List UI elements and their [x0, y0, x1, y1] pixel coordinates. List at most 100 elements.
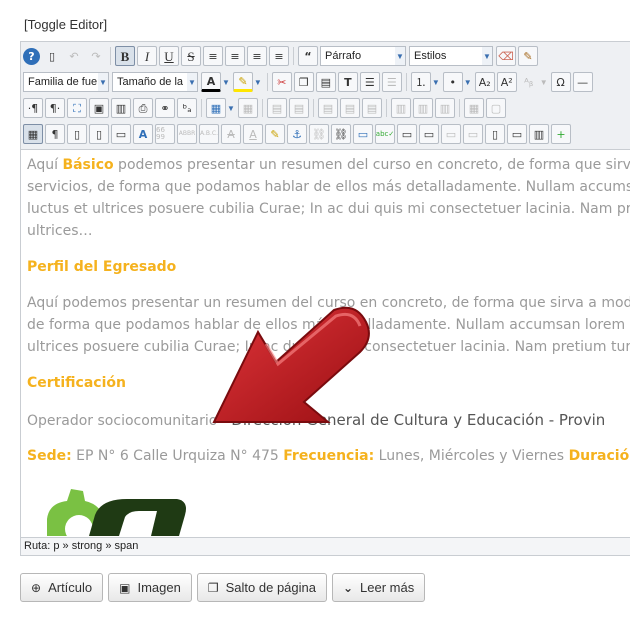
editor-buttons: ⊕ Artículo ▣ Imagen ❐ Salto de página ⌄ Leer… — [20, 573, 430, 602]
unlink-icon[interactable]: ⛓ — [309, 124, 329, 144]
replace-icon[interactable]: ᵇₐ — [177, 98, 197, 118]
text-color-dropdown-icon[interactable]: ▼ — [222, 78, 230, 87]
bullet-list-icon[interactable]: • — [442, 72, 463, 92]
align-center-icon[interactable]: ≡ — [225, 46, 245, 66]
fullscreen-icon[interactable]: ⛶ — [67, 98, 87, 118]
page-break-button[interactable]: ❐ Salto de página — [196, 573, 327, 602]
image-button[interactable]: ▣ Imagen — [108, 573, 192, 602]
merge-cells-icon[interactable]: ▢ — [485, 98, 506, 118]
attributes-icon[interactable]: ✎ — [265, 124, 285, 144]
table-icon[interactable]: ▦ — [206, 98, 226, 118]
layer-icon[interactable]: ▭ — [419, 124, 439, 144]
insert-image-box-icon[interactable]: ▭ — [111, 124, 131, 144]
heading-certificacion: Certificación — [27, 375, 126, 391]
bullet-list-dropdown-icon[interactable]: ▼ — [464, 78, 472, 87]
cite-icon[interactable]: 66 99 — [155, 124, 175, 144]
toolbar-row-1: ? ▯ ↶ ↷ B I U S ≡ ≡ ≡ ≡ “ Párrafo ▼ Estil… — [23, 44, 540, 68]
media-icon[interactable]: ▭ — [397, 124, 417, 144]
eraser-icon[interactable]: ⌫ — [496, 46, 516, 66]
subscript-icon[interactable]: A₂ — [474, 72, 495, 92]
copy-icon[interactable]: ❐ — [293, 72, 314, 92]
move-forward-icon[interactable]: ▭ — [441, 124, 461, 144]
highlight-color-icon[interactable]: ✎ — [232, 72, 253, 92]
visual-aid-icon[interactable]: ▦ — [23, 124, 43, 144]
split-cells-icon[interactable]: ▦ — [463, 98, 484, 118]
styles-icon[interactable]: A — [133, 124, 153, 144]
align-justify-icon[interactable]: ≡ — [203, 46, 223, 66]
insert-date-icon[interactable]: ▯ — [89, 124, 109, 144]
help-icon[interactable]: ? — [23, 47, 40, 65]
format-select[interactable]: Párrafo ▼ — [320, 46, 406, 66]
move-backward-icon[interactable]: ▭ — [463, 124, 483, 144]
new-document-icon[interactable]: ▯ — [42, 46, 62, 66]
col-after-icon[interactable]: ▥ — [412, 98, 433, 118]
row-after-icon[interactable]: ▤ — [339, 98, 360, 118]
acronym-icon[interactable]: A.B.C. — [199, 124, 219, 144]
numbered-list-dropdown-icon[interactable]: ▼ — [432, 78, 440, 87]
highlight-color-dropdown-icon[interactable]: ▼ — [254, 78, 262, 87]
numbered-list-icon[interactable]: ⒈ — [410, 72, 431, 92]
delete-table-icon[interactable]: ▦ — [237, 98, 258, 118]
rtl-icon[interactable]: ¶· — [45, 98, 65, 118]
underline-button[interactable]: U — [159, 46, 179, 66]
redo-icon[interactable]: ↷ — [86, 46, 106, 66]
superscript-icon[interactable]: A² — [496, 72, 517, 92]
text-color-icon[interactable]: A — [201, 72, 221, 92]
bold-button[interactable]: B — [115, 46, 135, 66]
add-page-icon[interactable]: + — [551, 124, 571, 144]
delete-row-icon[interactable]: ▤ — [361, 98, 382, 118]
template-icon[interactable]: ▥ — [111, 98, 131, 118]
toolbar-row-2: Familia de fue ▼ Tamaño de la ▼ A ▼ ✎ ▼ ✂ ❐ … — [23, 70, 595, 94]
film-icon[interactable]: ▥ — [529, 124, 549, 144]
select-all-icon[interactable]: ☰ — [381, 72, 402, 92]
table-dropdown-icon[interactable]: ▼ — [227, 104, 235, 113]
code-icon[interactable]: ▯ — [485, 124, 505, 144]
align-left-icon[interactable]: ≡ — [247, 46, 267, 66]
cleanup-brush-icon[interactable]: ✎ — [518, 46, 538, 66]
find-icon[interactable]: ⚭ — [155, 98, 175, 118]
undo-icon[interactable]: ↶ — [64, 46, 84, 66]
delete-col-icon[interactable]: ▥ — [434, 98, 455, 118]
styles-select[interactable]: Estilos ▼ — [409, 46, 493, 66]
red-arrow-overlay-icon — [212, 306, 370, 423]
font-size-select[interactable]: Tamaño de la ▼ — [112, 72, 198, 92]
article-button[interactable]: ⊕ Artículo — [20, 573, 104, 602]
delete-text-icon[interactable]: A — [221, 124, 241, 144]
paste-text-icon[interactable]: T — [337, 72, 358, 92]
cut-icon[interactable]: ✂ — [271, 72, 292, 92]
preview-icon[interactable]: ▣ — [89, 98, 109, 118]
ltr-icon[interactable]: ·¶ — [23, 98, 43, 118]
copy-pages-icon: ❐ — [207, 580, 219, 595]
font-family-select[interactable]: Familia de fue ▼ — [23, 72, 109, 92]
paragraph-line: luctus et ultrices posuere cubilia Curae… — [27, 201, 630, 217]
spellcheck-abc-icon[interactable]: abc✓ — [375, 124, 395, 144]
paste-word-icon[interactable]: ☰ — [359, 72, 380, 92]
insert-text-icon[interactable]: A — [243, 124, 263, 144]
read-more-button[interactable]: ⌄ Leer más — [331, 573, 426, 602]
spellcheck-icon[interactable]: ᴬᵦ — [519, 72, 539, 92]
print-icon[interactable]: ⎙ — [133, 98, 153, 118]
row-before-icon[interactable]: ▤ — [317, 98, 338, 118]
blockquote-icon[interactable]: “ — [298, 46, 318, 66]
insert-page-icon[interactable]: ▯ — [67, 124, 87, 144]
link-icon[interactable]: ⛓ — [331, 124, 351, 144]
special-char-icon[interactable]: Ω — [550, 72, 571, 92]
toolbar-row-4: ▦ ¶ ▯ ▯ ▭ A 66 99 ABBR A.B.C. A A ✎ ⚓ ⛓ … — [23, 122, 573, 146]
paste-icon[interactable]: ▤ — [315, 72, 336, 92]
anchor-icon[interactable]: ⚓ — [287, 124, 307, 144]
heading-perfil-egresado: Perfil del Egresado — [27, 259, 177, 275]
horizontal-rule-icon[interactable]: — — [572, 72, 593, 92]
abbr-icon[interactable]: ABBR — [177, 124, 197, 144]
toggle-editor-link[interactable]: [Toggle Editor] — [24, 17, 107, 32]
col-before-icon[interactable]: ▥ — [390, 98, 411, 118]
italic-button[interactable]: I — [137, 46, 157, 66]
rich-text-editor: ? ▯ ↶ ↷ B I U S ≡ ≡ ≡ ≡ “ Párrafo ▼ Estil… — [20, 41, 630, 556]
row-props-icon[interactable]: ▤ — [266, 98, 287, 118]
show-blocks-icon[interactable]: ¶ — [45, 124, 65, 144]
align-right-icon[interactable]: ≡ — [269, 46, 289, 66]
image-icon[interactable]: ▭ — [353, 124, 373, 144]
cell-props-icon[interactable]: ▤ — [288, 98, 309, 118]
strikethrough-button[interactable]: S — [181, 46, 201, 66]
picture-icon: ▣ — [119, 580, 131, 595]
image-manager-icon[interactable]: ▭ — [507, 124, 527, 144]
